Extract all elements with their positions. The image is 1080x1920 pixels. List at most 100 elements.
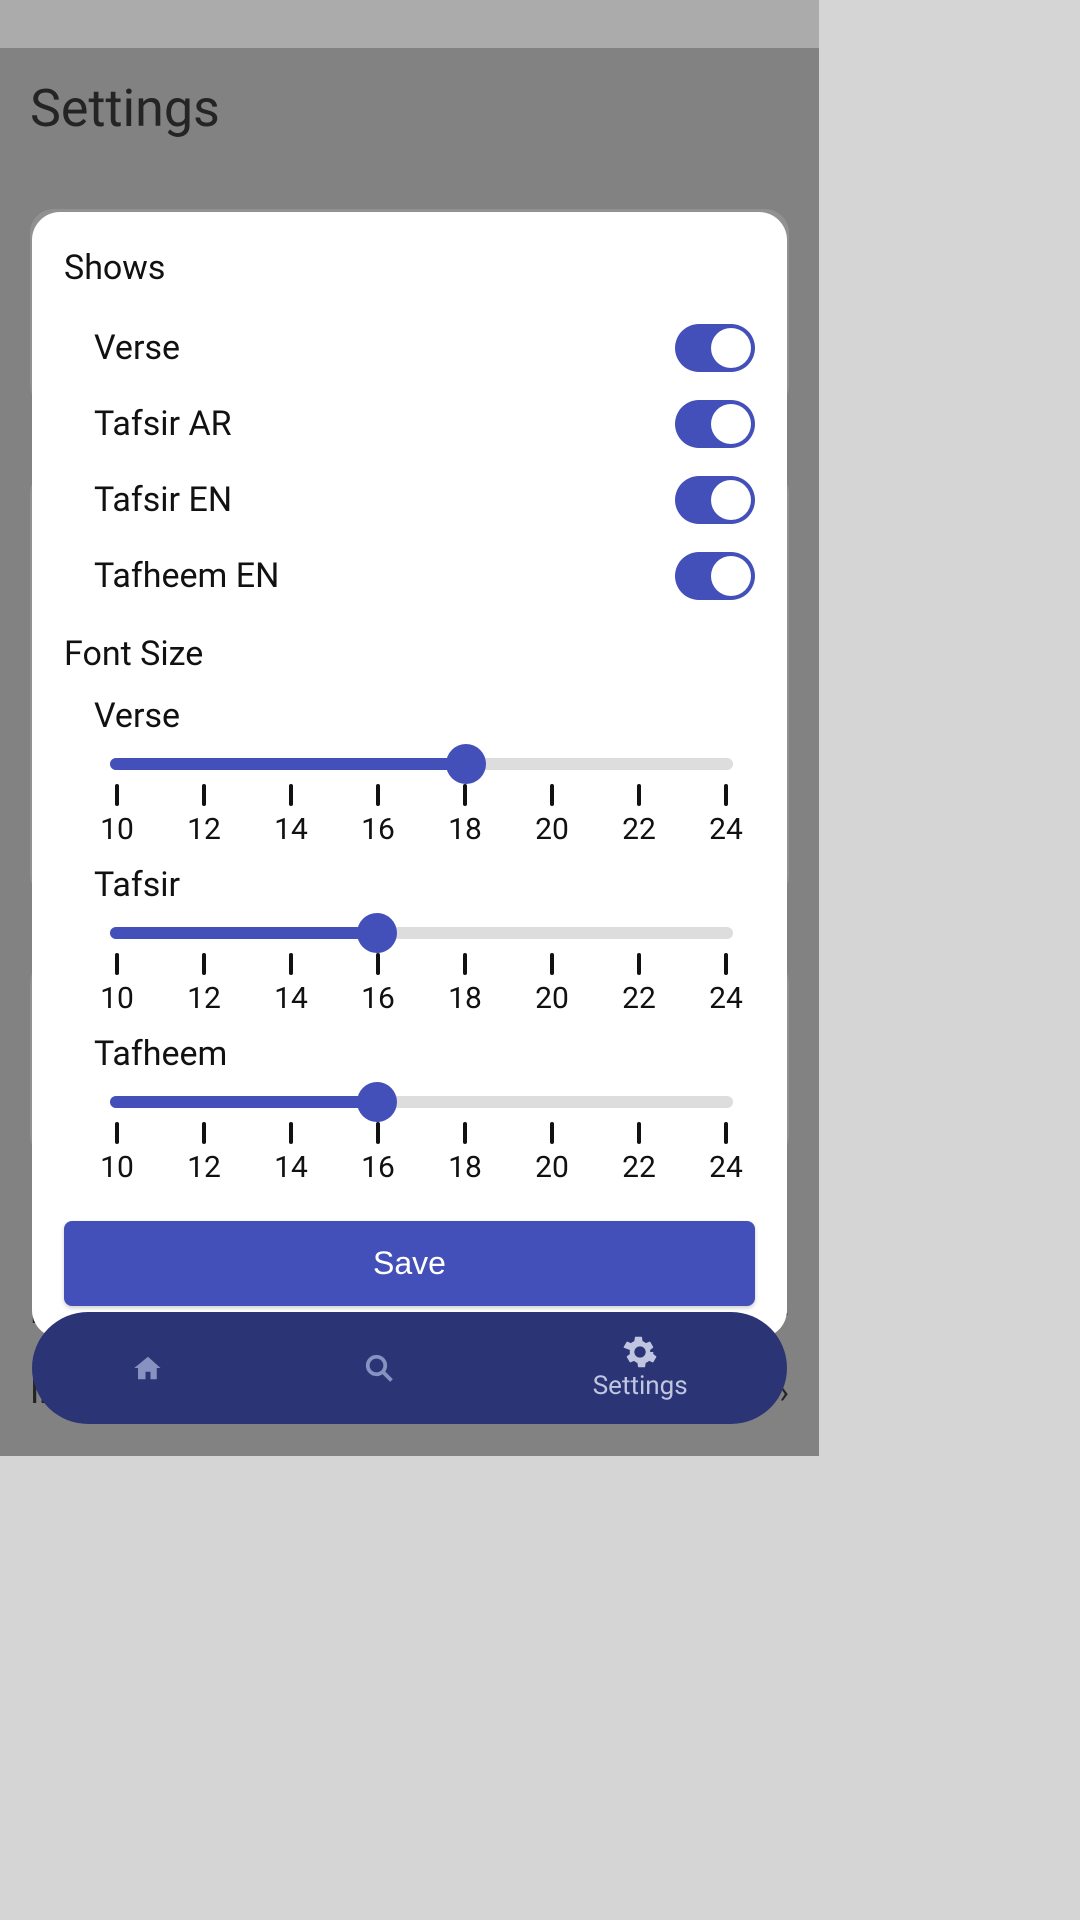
nav-settings-label: Settings bbox=[593, 1371, 688, 1401]
tick-number: 18 bbox=[448, 981, 482, 1016]
tick-20: 20 bbox=[537, 784, 567, 847]
search-icon bbox=[364, 1353, 394, 1383]
tick-mark bbox=[376, 1122, 380, 1144]
tick-mark bbox=[637, 953, 641, 975]
tick-12: 12 bbox=[189, 1122, 219, 1185]
toggle-row-tafsir-ar: Tafsir AR bbox=[64, 386, 755, 462]
tick-mark bbox=[463, 784, 467, 806]
slider-ticks: 10 12 14 16 18 20 22 24 bbox=[98, 784, 745, 847]
shows-section-title: Shows bbox=[64, 248, 755, 288]
toggle-verse[interactable] bbox=[675, 324, 755, 372]
nav-settings[interactable]: Settings bbox=[593, 1335, 688, 1401]
tick-mark bbox=[376, 953, 380, 975]
tick-10: 10 bbox=[102, 953, 132, 1016]
tick-16: 16 bbox=[363, 1122, 393, 1185]
tick-12: 12 bbox=[189, 953, 219, 1016]
tick-18: 18 bbox=[450, 784, 480, 847]
tick-mark bbox=[202, 1122, 206, 1144]
tick-24: 24 bbox=[711, 953, 741, 1016]
tick-mark bbox=[550, 1122, 554, 1144]
toggle-tafsir-ar[interactable] bbox=[675, 400, 755, 448]
tick-number: 12 bbox=[187, 1150, 221, 1185]
toggle-tafsir-en[interactable] bbox=[675, 476, 755, 524]
tick-20: 20 bbox=[537, 953, 567, 1016]
tick-24: 24 bbox=[711, 784, 741, 847]
tick-22: 22 bbox=[624, 784, 654, 847]
slider-thumb[interactable] bbox=[357, 1082, 397, 1122]
tick-number: 14 bbox=[274, 1150, 308, 1185]
tick-number: 10 bbox=[100, 981, 134, 1016]
tick-10: 10 bbox=[102, 784, 132, 847]
slider-fill bbox=[110, 1096, 377, 1108]
tick-mark bbox=[115, 784, 119, 806]
tick-mark bbox=[724, 784, 728, 806]
tick-mark bbox=[550, 784, 554, 806]
toggle-row-verse: Verse bbox=[64, 310, 755, 386]
tick-mark bbox=[637, 784, 641, 806]
slider-wrap-tafsir: 10 12 14 16 18 20 22 24 bbox=[64, 913, 755, 1016]
tick-number: 10 bbox=[100, 812, 134, 847]
tick-16: 16 bbox=[363, 784, 393, 847]
tick-mark bbox=[724, 953, 728, 975]
slider-label-tafsir: Tafsir bbox=[94, 865, 755, 905]
slider-wrap-tafheem: 10 12 14 16 18 20 22 24 bbox=[64, 1082, 755, 1185]
tick-number: 20 bbox=[535, 812, 569, 847]
tick-mark bbox=[202, 953, 206, 975]
nav-home[interactable] bbox=[131, 1353, 165, 1383]
tick-number: 22 bbox=[622, 812, 656, 847]
tick-mark bbox=[115, 1122, 119, 1144]
tick-22: 22 bbox=[624, 1122, 654, 1185]
toggle-label: Verse bbox=[94, 328, 180, 368]
tick-mark bbox=[550, 953, 554, 975]
tick-mark bbox=[289, 1122, 293, 1144]
save-button[interactable]: Save bbox=[64, 1221, 755, 1306]
tick-mark bbox=[289, 953, 293, 975]
toggle-label: Tafheem EN bbox=[94, 556, 279, 596]
tick-22: 22 bbox=[624, 953, 654, 1016]
tick-mark bbox=[289, 784, 293, 806]
bottom-nav: Settings bbox=[32, 1312, 787, 1424]
tick-10: 10 bbox=[102, 1122, 132, 1185]
toggle-row-tafsir-en: Tafsir EN bbox=[64, 462, 755, 538]
tick-number: 18 bbox=[448, 812, 482, 847]
slider-label-tafheem: Tafheem bbox=[94, 1034, 755, 1074]
display-settings-modal: Shows VerseTafsir ARTafsir ENTafheem EN … bbox=[32, 212, 787, 1338]
tick-number: 12 bbox=[187, 981, 221, 1016]
tick-number: 12 bbox=[187, 812, 221, 847]
home-icon bbox=[131, 1353, 165, 1383]
nav-search[interactable] bbox=[364, 1353, 394, 1383]
tick-16: 16 bbox=[363, 953, 393, 1016]
tick-14: 14 bbox=[276, 953, 306, 1016]
slider-verse[interactable] bbox=[98, 744, 745, 784]
tick-number: 22 bbox=[622, 981, 656, 1016]
tick-mark bbox=[637, 1122, 641, 1144]
slider-fill bbox=[110, 758, 466, 770]
tick-14: 14 bbox=[276, 1122, 306, 1185]
tick-mark bbox=[202, 784, 206, 806]
tick-20: 20 bbox=[537, 1122, 567, 1185]
slider-thumb[interactable] bbox=[446, 744, 486, 784]
tick-number: 18 bbox=[448, 1150, 482, 1185]
tick-18: 18 bbox=[450, 953, 480, 1016]
tick-24: 24 bbox=[711, 1122, 741, 1185]
tick-number: 24 bbox=[709, 1150, 743, 1185]
slider-thumb[interactable] bbox=[357, 913, 397, 953]
toggle-tafheem-en[interactable] bbox=[675, 552, 755, 600]
tick-number: 22 bbox=[622, 1150, 656, 1185]
tick-number: 14 bbox=[274, 981, 308, 1016]
slider-tafheem[interactable] bbox=[98, 1082, 745, 1122]
tick-mark bbox=[724, 1122, 728, 1144]
slider-label-verse: Verse bbox=[94, 696, 755, 736]
tick-number: 16 bbox=[361, 812, 395, 847]
tick-mark bbox=[463, 1122, 467, 1144]
toggle-label: Tafsir AR bbox=[94, 404, 232, 444]
slider-tafsir[interactable] bbox=[98, 913, 745, 953]
slider-wrap-verse: 10 12 14 16 18 20 22 24 bbox=[64, 744, 755, 847]
tick-number: 20 bbox=[535, 1150, 569, 1185]
tick-number: 16 bbox=[361, 981, 395, 1016]
tick-mark bbox=[463, 953, 467, 975]
toggle-label: Tafsir EN bbox=[94, 480, 232, 520]
tick-number: 24 bbox=[709, 812, 743, 847]
tick-number: 20 bbox=[535, 981, 569, 1016]
tick-14: 14 bbox=[276, 784, 306, 847]
